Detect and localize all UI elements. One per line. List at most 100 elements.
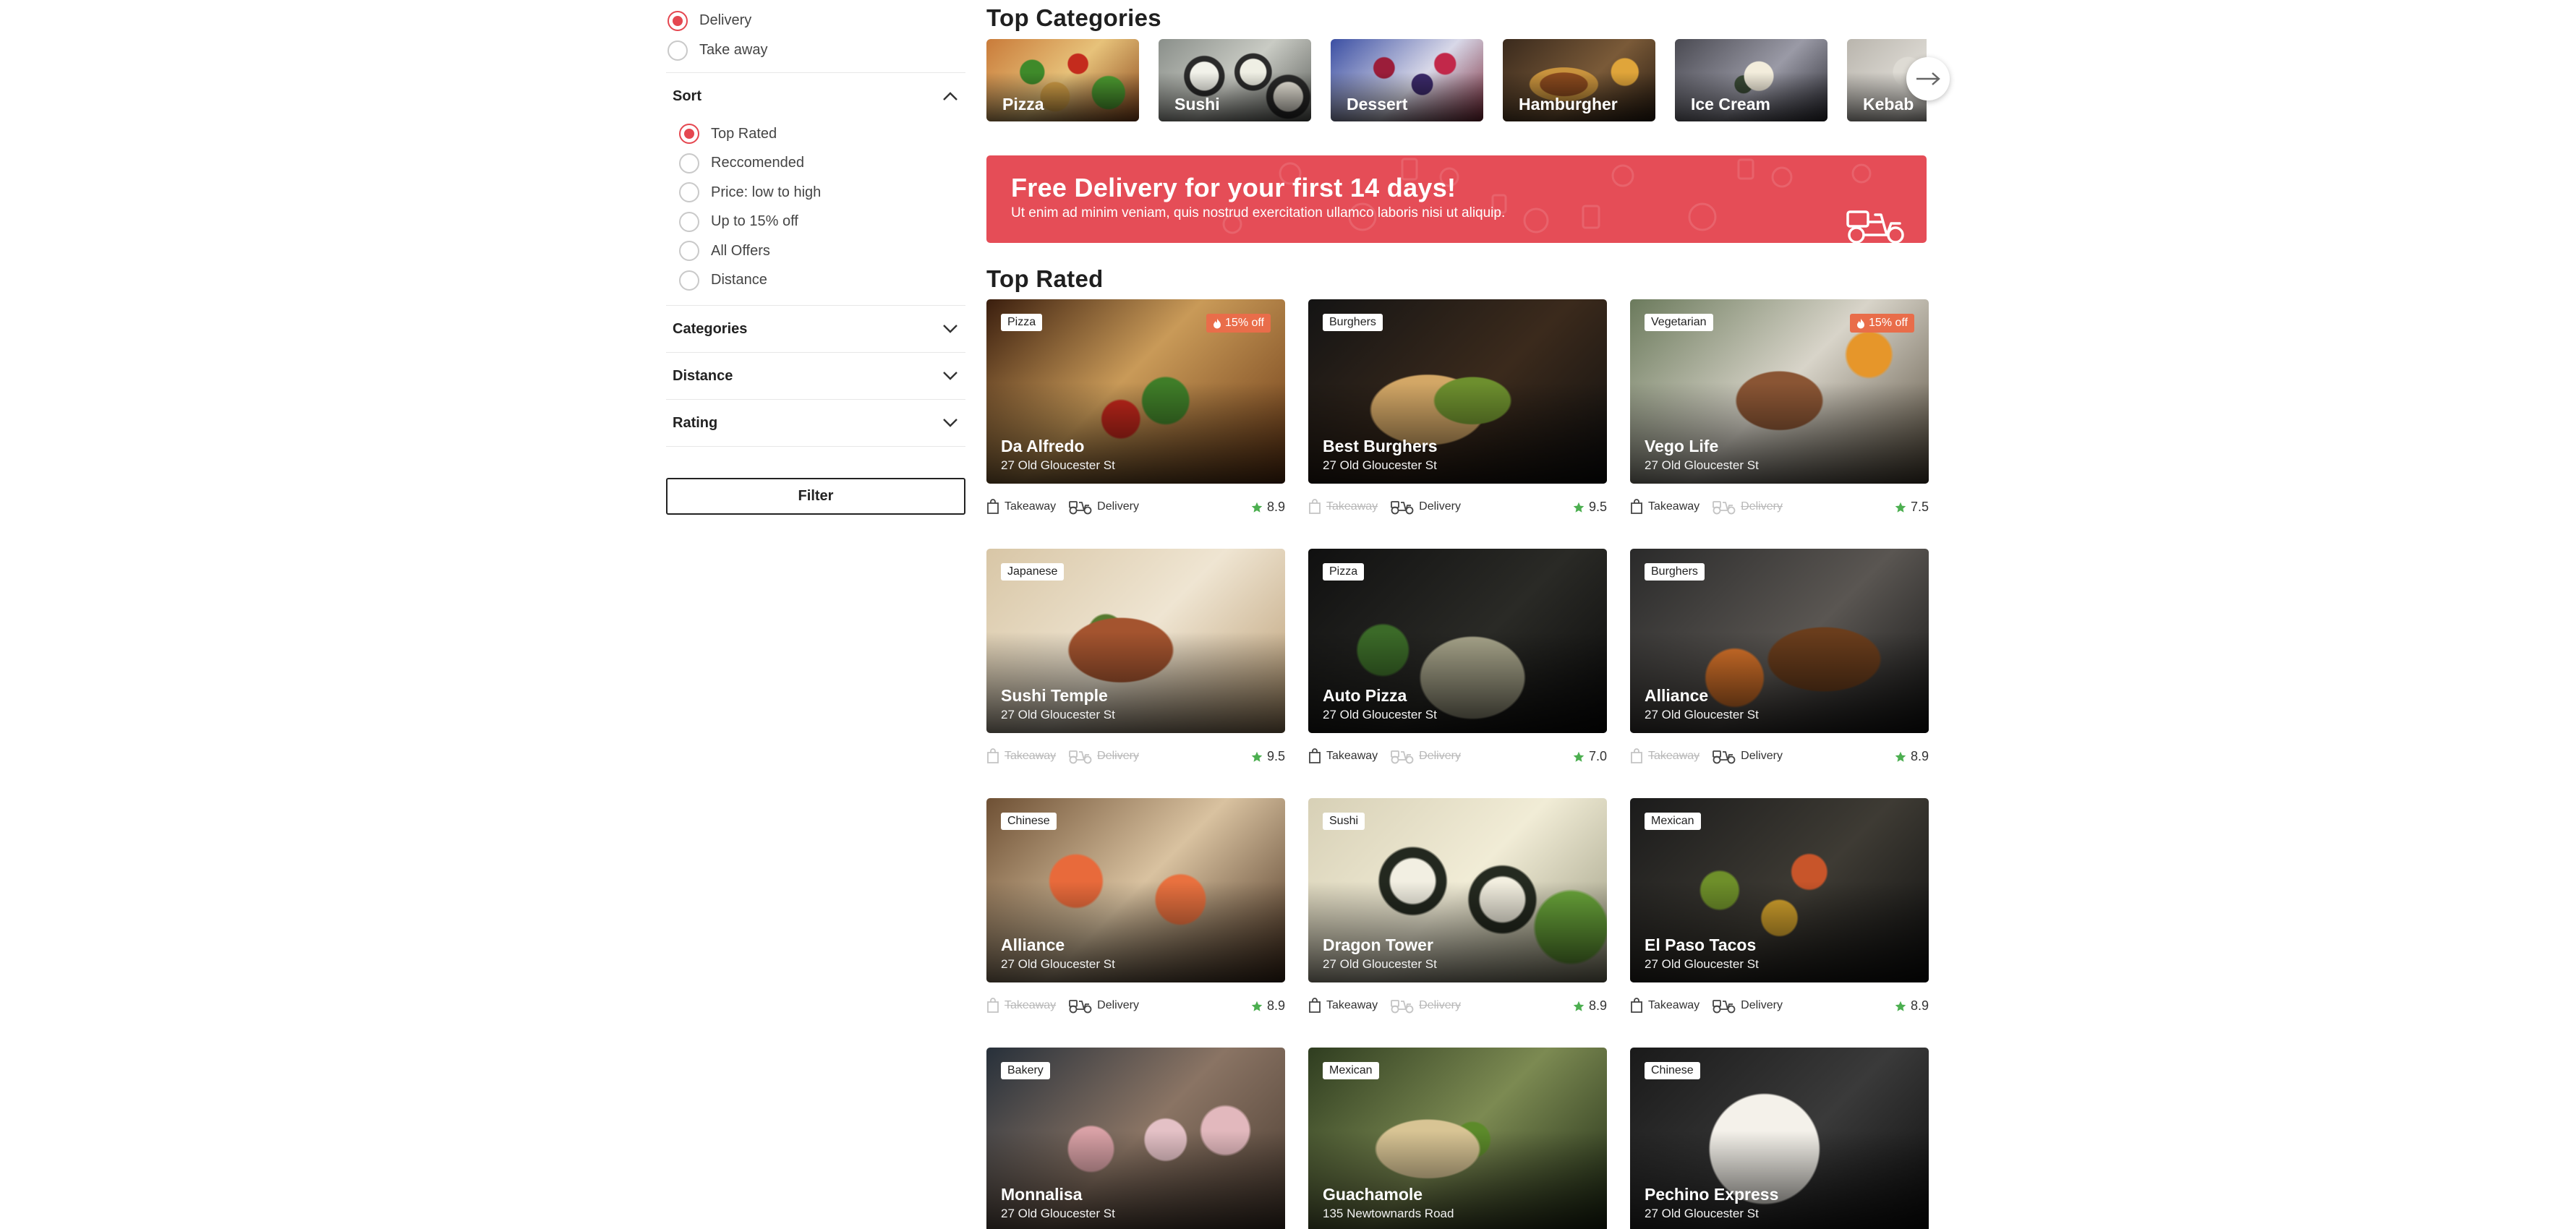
star-icon — [1895, 751, 1906, 762]
scooter-icon — [1391, 500, 1414, 514]
restaurant-photo[interactable]: Chinese Pechino Express 27 Old Gloucester… — [1630, 1048, 1929, 1229]
delivery-label: Delivery — [1419, 749, 1461, 762]
restaurant-card[interactable]: Burghers Best Burghers 27 Old Gloucester … — [1308, 299, 1607, 529]
restaurant-card[interactable]: Chinese Alliance 27 Old Gloucester St Tak… — [986, 798, 1285, 1028]
rating-value: 8.9 — [1910, 749, 1929, 763]
restaurant-photo[interactable]: Mexican El Paso Tacos 27 Old Gloucester S… — [1630, 798, 1929, 982]
rating: 8.9 — [1251, 998, 1285, 1014]
sort-option-distance[interactable]: Distance — [679, 266, 958, 296]
divider — [666, 446, 965, 447]
sort-option-price[interactable]: Price: low to high — [679, 178, 958, 207]
restaurant-photo[interactable]: Burghers Best Burghers 27 Old Gloucester … — [1308, 299, 1607, 484]
restaurant-photo[interactable]: Pizza 15% off Da Alfredo 27 Old Glouceste… — [986, 299, 1285, 484]
scooter-icon — [1846, 210, 1904, 243]
restaurant-card[interactable]: Pizza Auto Pizza 27 Old Gloucester St Tak… — [1308, 549, 1607, 779]
order-type-takeaway[interactable]: Take away — [668, 35, 965, 65]
sort-option-reccomended[interactable]: Reccomended — [679, 149, 958, 179]
delivery-label: Delivery — [1419, 500, 1461, 513]
restaurant-card[interactable]: Pizza 15% off Da Alfredo 27 Old Glouceste… — [986, 299, 1285, 529]
bag-icon — [1309, 498, 1321, 514]
category-card-hamburgher[interactable]: Hamburgher — [1503, 39, 1655, 121]
sort-option-all-offers[interactable]: All Offers — [679, 236, 958, 266]
takeaway-option: Takeaway — [1630, 748, 1699, 764]
radio-offer[interactable] — [679, 211, 699, 232]
restaurant-address: 27 Old Gloucester St — [1001, 708, 1115, 721]
top-categories-title: Top Categories — [986, 4, 1161, 31]
restaurant-card[interactable]: BakeryMonnalisa 27 Old Gloucester St Tak… — [986, 1048, 1285, 1229]
bag-icon — [1309, 748, 1321, 763]
flame-icon — [1214, 318, 1221, 328]
takeaway-option: Takeaway — [1308, 997, 1378, 1014]
category-card-pizza[interactable]: Pizza — [986, 39, 1139, 121]
bag-icon — [1631, 748, 1642, 763]
rating-header[interactable]: Rating — [673, 400, 958, 446]
takeaway-option: Takeaway — [1630, 498, 1699, 515]
cuisine-tag: Pizza — [1001, 314, 1043, 331]
bag-icon — [987, 997, 999, 1013]
filters-sidebar: Delivery Take away Sort Top Rated Reccom… — [666, 0, 965, 515]
restaurant-photo[interactable]: Vegetarian 15% off Vego Life 27 Old Glouc… — [1630, 299, 1929, 484]
restaurant-photo[interactable]: Mexican Guachamole 135 Newtownards Road — [1308, 1048, 1607, 1229]
radio-delivery[interactable] — [668, 10, 688, 31]
restaurant-card[interactable]: Japanese Sushi Temple 27 Old Gloucester S… — [986, 549, 1285, 779]
restaurant-photo[interactable]: Burghers Alliance 27 Old Gloucester St — [1630, 549, 1929, 733]
chevron-up-icon — [943, 92, 958, 100]
restaurant-name: Auto Pizza — [1323, 686, 1407, 705]
star-icon — [1573, 751, 1585, 762]
filter-button[interactable]: Filter — [666, 478, 965, 515]
categories-header[interactable]: Categories — [673, 306, 958, 352]
restaurant-name: Alliance — [1645, 686, 1709, 705]
flame-icon — [1857, 318, 1865, 328]
sort-header[interactable]: Sort — [673, 73, 958, 119]
restaurant-address: 27 Old Gloucester St — [1645, 708, 1759, 721]
radio-all-offers[interactable] — [679, 241, 699, 262]
cuisine-tag: Vegetarian — [1645, 314, 1713, 331]
takeaway-option: Takeaway — [1630, 997, 1699, 1014]
radio-reccomended[interactable] — [679, 153, 699, 174]
radio-takeaway[interactable] — [668, 40, 688, 61]
restaurant-meta: Takeaway Delivery 8.9 — [1308, 982, 1607, 1028]
radio-distance[interactable] — [679, 270, 699, 291]
restaurant-meta: Takeaway Delivery 9.5 — [986, 733, 1285, 779]
restaurant-photo[interactable]: Bakery Monnalisa 27 Old Gloucester St — [986, 1048, 1285, 1229]
order-type-label: Delivery — [699, 12, 752, 28]
promo-banner[interactable]: Free Delivery for your first 14 days! Ut… — [986, 155, 1927, 243]
restaurant-photo[interactable]: Japanese Sushi Temple 27 Old Gloucester S… — [986, 549, 1285, 733]
delivery-label: Delivery — [1741, 998, 1783, 1011]
offer-badge: 15% off — [1850, 314, 1914, 333]
restaurant-card[interactable]: Chinese Pechino Express 27 Old Gloucester… — [1630, 1048, 1929, 1229]
category-card-ice-cream[interactable]: Ice Cream — [1675, 39, 1827, 121]
rating-value: 8.9 — [1266, 500, 1285, 514]
carousel-next-button[interactable] — [1906, 57, 1950, 100]
distance-header[interactable]: Distance — [673, 353, 958, 399]
restaurant-photo[interactable]: Chinese Alliance 27 Old Gloucester St — [986, 798, 1285, 982]
cuisine-tag: Sushi — [1323, 813, 1365, 830]
cuisine-tag: Mexican — [1645, 813, 1701, 830]
restaurant-card[interactable]: Mexican El Paso Tacos 27 Old Gloucester S… — [1630, 798, 1929, 1028]
restaurant-photo[interactable]: Sushi Dragon Tower 27 Old Gloucester St — [1308, 798, 1607, 982]
restaurant-card[interactable]: Burghers Alliance 27 Old Gloucester St Ta… — [1630, 549, 1929, 779]
radio-price[interactable] — [679, 182, 699, 203]
star-icon — [1251, 502, 1263, 513]
category-card-dessert[interactable]: Dessert — [1331, 39, 1483, 121]
star-icon — [1251, 751, 1263, 762]
sort-option-offer[interactable]: Up to 15% off — [679, 207, 958, 237]
restaurant-card[interactable]: MexicanGuachamole 135 Newtownards Road T… — [1308, 1048, 1607, 1229]
restaurant-card[interactable]: Sushi Dragon Tower 27 Old Gloucester St T… — [1308, 798, 1607, 1028]
radio-top-rated[interactable] — [679, 124, 699, 145]
restaurant-photo[interactable]: Pizza Auto Pizza 27 Old Gloucester St — [1308, 549, 1607, 733]
restaurant-name: Vego Life — [1645, 437, 1719, 455]
takeaway-label: Takeaway — [1326, 998, 1378, 1011]
rating-value: 8.9 — [1266, 998, 1285, 1013]
rating-value: 8.9 — [1588, 998, 1607, 1013]
category-card-sushi[interactable]: Sushi — [1159, 39, 1311, 121]
restaurant-card[interactable]: Vegetarian 15% off Vego Life 27 Old Glouc… — [1630, 299, 1929, 529]
order-type-delivery[interactable]: Delivery — [668, 6, 965, 35]
restaurant-name: Sushi Temple — [1001, 686, 1108, 705]
restaurant-meta: Takeaway Delivery 8.9 — [986, 484, 1285, 529]
restaurant-meta: Takeaway Delivery 7.0 — [1308, 733, 1607, 779]
rating-title: Rating — [673, 414, 718, 431]
sort-option-top-rated[interactable]: Top Rated — [679, 119, 958, 149]
restaurant-name: Alliance — [1001, 935, 1065, 954]
rating: 8.9 — [1895, 749, 1929, 764]
